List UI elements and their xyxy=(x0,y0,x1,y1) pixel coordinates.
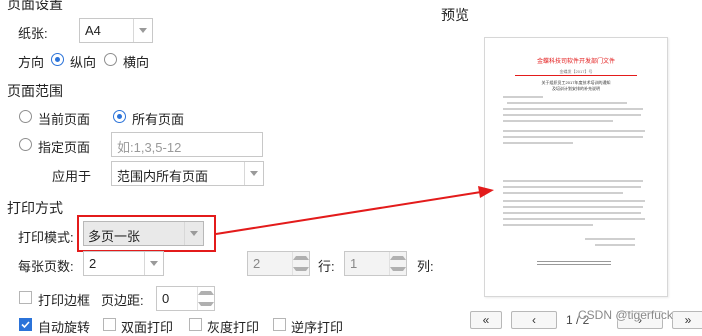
annotation-arrow xyxy=(215,186,494,235)
